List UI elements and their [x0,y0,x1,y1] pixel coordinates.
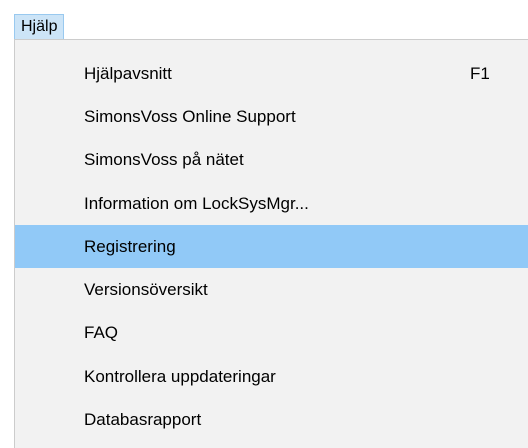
menu-item-faq[interactable]: FAQ [15,312,528,355]
menubar: Hjälp [0,0,528,40]
menu-help[interactable]: Hjälp [14,14,65,40]
menu-item-label: Versionsöversikt [84,280,208,300]
menu-list: Hjälpavsnitt F1 SimonsVoss Online Suppor… [15,52,528,442]
menu-item-label: SimonsVoss Online Support [84,106,296,126]
menu-help-label: Hjälp [21,18,58,35]
menu-item-registration[interactable]: Registrering [15,225,528,269]
menu-item-label: SimonsVoss på nätet [84,150,244,170]
menu-item-label: Databasrapport [84,410,202,430]
menu-item-version-overview[interactable]: Versionsöversikt [15,268,528,311]
menu-item-help-topics[interactable]: Hjälpavsnitt F1 [15,52,528,95]
menu-item-on-the-web[interactable]: SimonsVoss på nätet [15,139,528,182]
menu-item-online-support[interactable]: SimonsVoss Online Support [15,95,528,138]
menu-item-label: Hjälpavsnitt [84,63,172,83]
menu-item-label: FAQ [84,323,119,343]
help-dropdown-menu: Hjälpavsnitt F1 SimonsVoss Online Suppor… [14,39,528,448]
menu-item-label: Kontrollera uppdateringar [84,366,276,386]
menu-item-about[interactable]: Information om LockSysMgr... [15,182,528,225]
menu-item-check-updates[interactable]: Kontrollera uppdateringar [15,355,528,398]
menu-item-label: Information om LockSysMgr... [84,193,309,213]
menu-item-label: Registrering [84,236,176,256]
menu-item-shortcut: F1 [470,63,490,83]
menu-item-database-report[interactable]: Databasrapport [15,398,528,441]
